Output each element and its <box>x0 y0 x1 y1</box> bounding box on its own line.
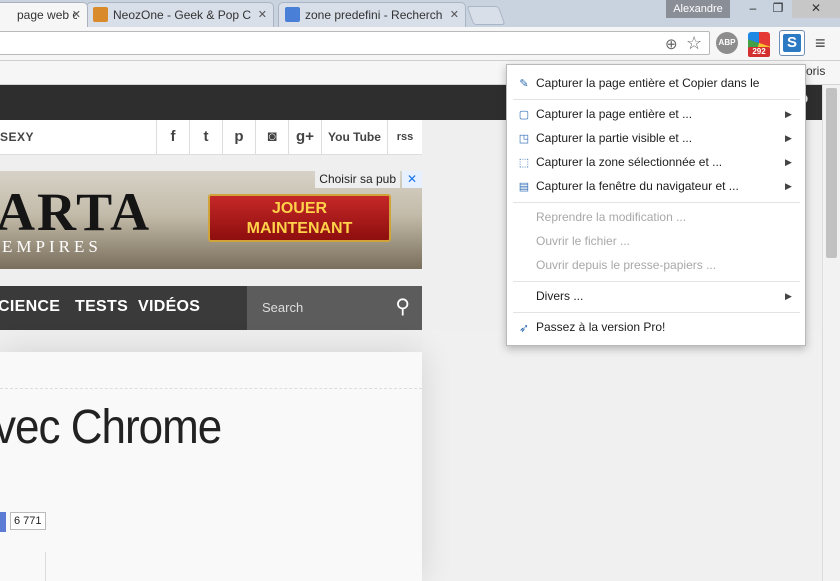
menu-item-open-clipboard: Ouvrir depuis le presse-papiers ... <box>507 255 805 277</box>
ad-cta-line2: MAINTENANT <box>246 220 353 237</box>
profile-badge[interactable]: Alexandre <box>666 0 730 18</box>
menu-item-label: Passez à la version Pro! <box>536 320 666 334</box>
google-favicon-icon <box>285 7 300 22</box>
submenu-arrow-icon: ▶ <box>785 181 792 191</box>
scrollbar-thumb[interactable] <box>826 88 837 258</box>
tab-title: zone predefini - Recherch <box>305 8 443 22</box>
tab-title: NeozOne - Geek & Pop C <box>113 8 252 22</box>
nav-item-science[interactable]: CIENCE <box>0 298 60 316</box>
submenu-arrow-icon: ▶ <box>785 133 792 143</box>
advertisement-banner[interactable]: ARTA EMPIRES JOUER MAINTENANT Choisir sa… <box>0 171 422 269</box>
rocket-icon: ➶ <box>518 321 530 335</box>
tab-strip: page web c ✕ NeozOne - Geek & Pop C ✕ zo… <box>0 0 840 27</box>
menu-item-capture-selection[interactable]: ⬚ Capturer la zone sélectionnée et ... ▶ <box>507 152 805 174</box>
menu-item-capture-window[interactable]: ▤ Capturer la fenêtre du navigateur et .… <box>507 176 805 198</box>
site-search-input[interactable]: Search <box>262 300 303 315</box>
rss-icon[interactable]: rss <box>387 120 422 154</box>
address-bar[interactable]: ⊕ ☆ <box>0 31 710 55</box>
menu-item-open-file: Ouvrir le fichier ... <box>507 231 805 253</box>
screenshot-extension-button[interactable]: S <box>779 30 805 56</box>
ad-close-icon[interactable]: ✕ <box>402 171 422 188</box>
menu-item-label: Capturer la zone sélectionnée et ... <box>536 155 723 169</box>
ad-choices-label[interactable]: Choisir sa pub <box>315 171 400 188</box>
bookmark-star-icon[interactable]: ☆ <box>686 33 702 54</box>
screenshot-extension-menu: ✎ Capturer la page entière et Copier dan… <box>506 64 806 346</box>
tab-close-icon[interactable]: ✕ <box>450 3 459 27</box>
submenu-arrow-icon: ▶ <box>785 109 792 119</box>
section-label[interactable]: SEXY <box>0 130 34 144</box>
site-search-box[interactable]: Search ⚲ <box>247 286 422 330</box>
menu-item-resume-edit: Reprendre la modification ... <box>507 207 805 229</box>
tab-close-icon[interactable]: ✕ <box>72 3 81 27</box>
new-tab-button[interactable] <box>466 6 506 25</box>
browser-toolbar: ⊕ ☆ ABP 292 S ≡ <box>0 27 840 61</box>
page-background <box>422 330 822 581</box>
tab-close-icon[interactable]: ✕ <box>258 3 267 27</box>
neozone-favicon-icon <box>93 7 108 22</box>
site-navigation: CIENCE TESTS VIDÉOS Search ⚲ <box>0 286 422 330</box>
menu-item-misc[interactable]: Divers ... ▶ <box>507 286 805 308</box>
share-count: 6 771 <box>10 512 46 530</box>
menu-item-label: Capturer la partie visible et ... <box>536 131 693 145</box>
share-button[interactable] <box>0 512 6 532</box>
ad-brand-subtitle: EMPIRES <box>2 237 102 256</box>
menu-item-capture-copy[interactable]: ✎ Capturer la page entière et Copier dan… <box>507 73 805 95</box>
menu-item-label: Divers ... <box>536 289 584 303</box>
minimize-button[interactable]: – <box>740 0 766 18</box>
page-icon: ▢ <box>518 109 530 121</box>
instagram-icon[interactable]: ◙ <box>255 120 288 154</box>
selection-icon: ⬚ <box>518 157 530 169</box>
social-bar: SEXY f t p ◙ g+ You Tube rss <box>0 120 422 155</box>
tab-page-web[interactable]: page web c ✕ <box>0 2 88 27</box>
ad-brand-text: ARTA <box>0 182 152 242</box>
search-icon[interactable]: ⚲ <box>395 294 410 319</box>
pen-icon: ✎ <box>519 78 529 90</box>
menu-item-label: Capturer la fenêtre du navigateur et ... <box>536 179 739 193</box>
close-window-button[interactable]: ✕ <box>792 0 840 18</box>
visible-area-icon: ◳ <box>518 133 530 145</box>
menu-item-label: Capturer la page entière et Copier dans … <box>536 76 760 90</box>
maximize-button[interactable]: ❐ <box>766 0 790 18</box>
nav-item-videos[interactable]: VIDÉOS <box>138 298 200 316</box>
chrome-menu-icon[interactable]: ≡ <box>815 33 826 54</box>
menu-item-label: Ouvrir le fichier ... <box>536 234 631 248</box>
divider <box>45 552 46 581</box>
article-title: vec Chrome <box>0 400 222 454</box>
nav-item-tests[interactable]: TESTS <box>75 298 128 316</box>
menu-separator <box>513 312 800 313</box>
menu-item-label: Capturer la page entière et ... <box>536 107 693 121</box>
adblock-extension-button[interactable]: ABP <box>716 32 738 54</box>
menu-separator <box>513 202 800 203</box>
google-plus-icon[interactable]: g+ <box>288 120 321 154</box>
facebook-icon[interactable]: f <box>156 120 189 154</box>
menu-item-label: Ouvrir depuis le presse-papiers ... <box>536 258 717 272</box>
screenshot-extension-icon: S <box>783 34 801 52</box>
pinterest-icon[interactable]: p <box>222 120 255 154</box>
menu-separator <box>513 99 800 100</box>
tab-neozone[interactable]: NeozOne - Geek & Pop C ✕ <box>86 2 274 27</box>
extension-292-button[interactable]: 292 <box>748 32 770 57</box>
twitter-icon[interactable]: t <box>189 120 222 154</box>
ad-play-button[interactable]: JOUER MAINTENANT <box>208 194 391 242</box>
extension-badge: 292 <box>748 47 770 57</box>
article-card: vec Chrome 6 771 <box>0 352 422 581</box>
zoom-icon[interactable]: ⊕ <box>665 35 678 53</box>
submenu-arrow-icon: ▶ <box>785 157 792 167</box>
menu-item-upgrade-pro[interactable]: ➶ Passez à la version Pro! <box>507 317 805 339</box>
menu-item-label: Reprendre la modification ... <box>536 210 687 224</box>
window-icon: ▤ <box>518 181 530 193</box>
tab-google-search[interactable]: zone predefini - Recherch ✕ <box>278 2 466 27</box>
submenu-arrow-icon: ▶ <box>785 291 792 301</box>
divider <box>0 388 422 389</box>
ad-cta-line1: JOUER <box>271 200 328 217</box>
menu-separator <box>513 281 800 282</box>
tab-title: page web c <box>17 8 77 22</box>
page-scrollbar[interactable] <box>822 85 840 581</box>
youtube-icon[interactable]: You Tube <box>321 120 387 154</box>
menu-item-capture-visible[interactable]: ◳ Capturer la partie visible et ... ▶ <box>507 128 805 150</box>
menu-item-capture-full-page[interactable]: ▢ Capturer la page entière et ... ▶ <box>507 104 805 126</box>
